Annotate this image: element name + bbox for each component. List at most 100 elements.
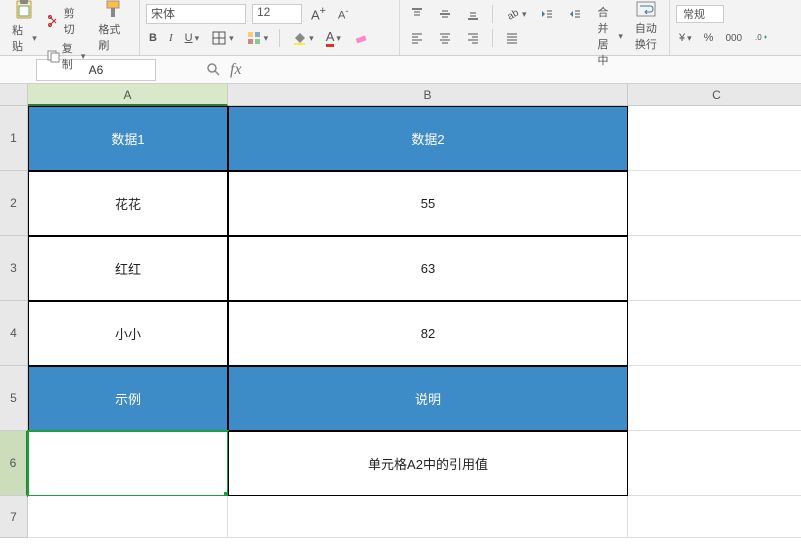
row-header-7[interactable]: 7 xyxy=(0,496,28,538)
separator xyxy=(492,5,493,23)
cell-A4[interactable]: 小小 xyxy=(28,301,228,366)
cell-A7[interactable] xyxy=(28,496,228,538)
search-icon[interactable] xyxy=(206,62,222,78)
align-left-button[interactable] xyxy=(406,29,428,47)
number-format-value: 常规 xyxy=(683,6,705,22)
italic-button[interactable]: I xyxy=(166,31,176,45)
cell-B1[interactable]: 数据2 xyxy=(228,106,628,171)
align-left-icon xyxy=(409,30,425,46)
svg-text:.0: .0 xyxy=(755,33,762,42)
cell-A6[interactable] xyxy=(28,431,228,496)
decimal-inc-button[interactable]: .0 xyxy=(751,29,773,47)
cell-A2[interactable]: 花花 xyxy=(28,171,228,236)
wrap-icon xyxy=(635,0,657,18)
formula-bar: A6 fx xyxy=(0,56,801,84)
row-header-5[interactable]: 5 xyxy=(0,366,28,431)
format-painter-button[interactable]: 格式刷 xyxy=(92,2,133,50)
wrap-label: 自动换行 xyxy=(635,20,657,52)
font-color-button[interactable]: A▾ xyxy=(323,28,344,48)
fx-icon[interactable]: fx xyxy=(230,61,242,79)
orientation-button[interactable]: ab▾ xyxy=(501,5,530,23)
number-format-select[interactable]: 常规 xyxy=(676,5,724,23)
paste-icon xyxy=(13,0,35,20)
increase-font-button[interactable]: A+ xyxy=(308,4,329,23)
cell-C2[interactable] xyxy=(628,171,801,236)
cell-B7[interactable] xyxy=(228,496,628,538)
formula-input[interactable] xyxy=(242,59,801,81)
decimal-inc-icon: .0 xyxy=(754,30,770,46)
cell-B3[interactable]: 63 xyxy=(228,236,628,301)
cell-A3[interactable]: 红红 xyxy=(28,236,228,301)
cell-B6[interactable]: 单元格A2中的引用值 xyxy=(228,431,628,496)
select-all-corner[interactable] xyxy=(0,84,28,106)
chevron-down-icon: ▾ xyxy=(336,33,341,44)
percent-button[interactable]: % xyxy=(701,31,717,45)
grid-icon xyxy=(246,30,262,46)
row-header-3[interactable]: 3 xyxy=(0,236,28,301)
align-right-button[interactable] xyxy=(462,29,484,47)
cell-B2[interactable]: 55 xyxy=(228,171,628,236)
underline-button[interactable]: U▾ xyxy=(182,31,202,45)
chevron-down-icon: ▾ xyxy=(195,33,200,44)
cell-C5[interactable] xyxy=(628,366,801,431)
decrease-font-button[interactable]: A- xyxy=(335,5,351,23)
align-center-button[interactable] xyxy=(434,29,456,47)
underline-icon: U xyxy=(185,32,193,44)
chevron-down-icon: ▾ xyxy=(618,31,623,42)
cell-B5[interactable]: 说明 xyxy=(228,366,628,431)
font-size-combo[interactable]: 12 xyxy=(252,4,302,24)
cell-B4[interactable]: 82 xyxy=(228,301,628,366)
cell-C7[interactable] xyxy=(628,496,801,538)
copy-button[interactable]: 复制 ▾ xyxy=(43,39,89,73)
indent-dec-button[interactable] xyxy=(564,5,586,23)
cell-C4[interactable] xyxy=(628,301,801,366)
clear-format-button[interactable] xyxy=(350,29,372,47)
row-header-1[interactable]: 1 xyxy=(0,106,28,171)
merge-center-label: 合并居中 xyxy=(598,4,617,68)
copy-label: 复制 xyxy=(62,40,79,72)
align-middle-button[interactable] xyxy=(434,5,456,23)
indent-inc-button[interactable] xyxy=(536,5,558,23)
column-header-B[interactable]: B xyxy=(228,84,628,106)
merge-center-button[interactable]: 合并居中▾ xyxy=(592,2,629,50)
align-top-button[interactable] xyxy=(406,5,428,23)
cell-C6[interactable] xyxy=(628,431,801,496)
cell-A5[interactable]: 示例 xyxy=(28,366,228,431)
row-header-6[interactable]: 6 xyxy=(0,431,28,496)
font-name-value: 宋体 xyxy=(151,7,175,21)
align-right-icon xyxy=(465,30,481,46)
cell-C1[interactable] xyxy=(628,106,801,171)
orientation-icon: ab xyxy=(504,6,520,22)
chevron-down-icon: ▾ xyxy=(32,33,37,44)
comma-button[interactable]: 000 xyxy=(722,32,745,45)
cell-C3[interactable] xyxy=(628,236,801,301)
bold-button[interactable]: B xyxy=(146,31,160,45)
paste-button[interactable]: 粘贴▾ xyxy=(6,2,43,50)
cut-button[interactable]: 剪切 xyxy=(43,4,89,38)
indent-inc-icon xyxy=(539,6,555,22)
column-header-C[interactable]: C xyxy=(628,84,801,106)
align-top-icon xyxy=(409,6,425,22)
row-header-4[interactable]: 4 xyxy=(0,301,28,366)
font-color-icon: A xyxy=(326,29,335,47)
indent-dec-icon xyxy=(567,6,583,22)
cell-A1[interactable]: 数据1 xyxy=(28,106,228,171)
align-justify-button[interactable] xyxy=(501,29,523,47)
row-header-2[interactable]: 2 xyxy=(0,171,28,236)
ribbon-group-clipboard: 粘贴▾ 剪切 复制 ▾ 格式刷 xyxy=(0,0,140,55)
bucket-icon xyxy=(291,30,307,46)
align-middle-icon xyxy=(437,6,453,22)
chevron-down-icon: ▾ xyxy=(309,33,314,44)
cell-style-button[interactable]: ▾ xyxy=(243,29,272,47)
fill-color-button[interactable]: ▾ xyxy=(288,29,317,47)
font-name-combo[interactable]: 宋体 xyxy=(146,4,246,24)
brush-icon xyxy=(102,0,124,19)
ribbon-group-font: 宋体 12 A+ A- B I U▾ ▾ ▾ ▾ A▾ xyxy=(140,0,400,55)
wrap-text-button[interactable]: 自动换行 xyxy=(629,2,663,50)
borders-button[interactable]: ▾ xyxy=(208,29,237,47)
comma-icon: 000 xyxy=(725,33,742,44)
column-header-A[interactable]: A xyxy=(28,84,228,106)
separator xyxy=(279,29,280,47)
currency-button[interactable]: ¥▾ xyxy=(676,31,695,45)
align-bottom-button[interactable] xyxy=(462,5,484,23)
